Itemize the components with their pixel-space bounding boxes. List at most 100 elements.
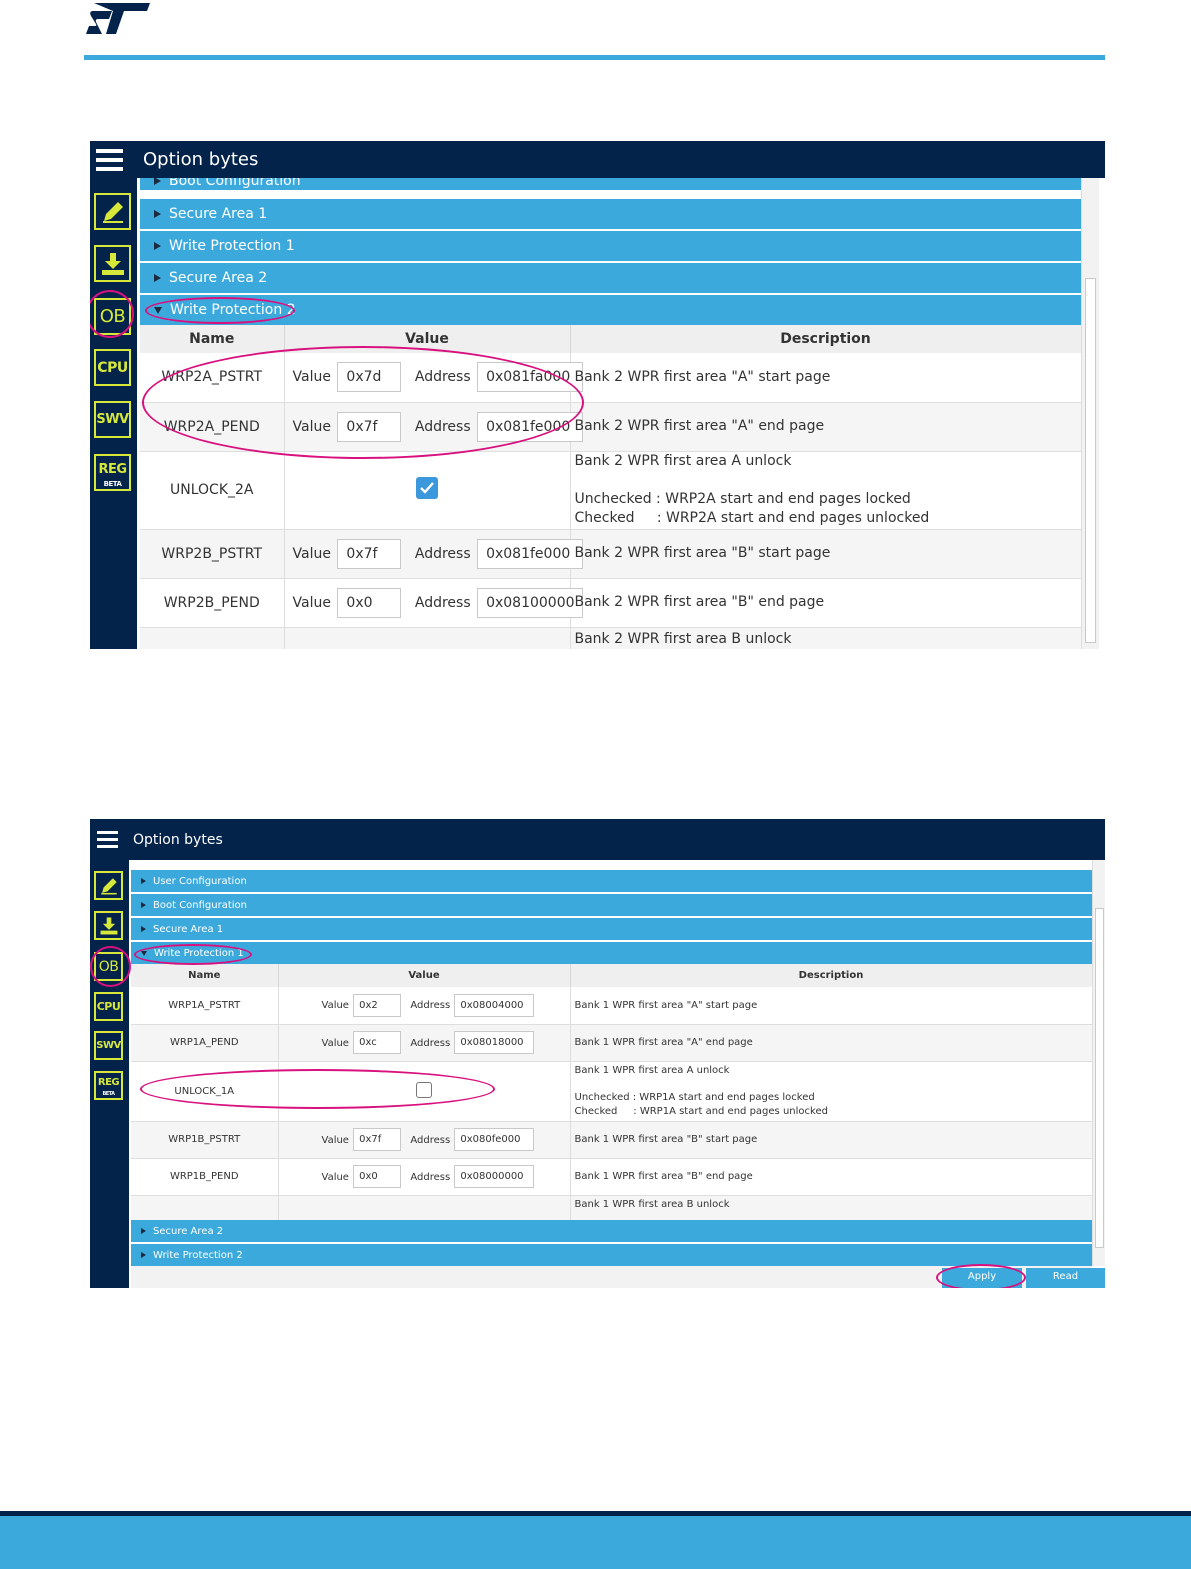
section-write-protection-2[interactable]: Write Protection 2: [140, 295, 1081, 325]
column-header-name: Name: [131, 964, 279, 987]
address-input[interactable]: 0x081fe000: [477, 411, 584, 442]
read-button[interactable]: Read: [1026, 1268, 1105, 1288]
edit-icon[interactable]: [94, 871, 123, 900]
vertical-scrollbar[interactable]: [1092, 860, 1105, 1266]
row-description: Bank 1 WPR first area B unlock: [570, 1195, 1092, 1221]
section-secure-area-2[interactable]: Secure Area 2: [140, 263, 1081, 293]
option-bytes-table: Name Value Description WRP1A_PSTRT Value…: [131, 964, 1092, 1221]
menu-icon[interactable]: [97, 831, 118, 848]
swv-icon[interactable]: SWV: [94, 1031, 123, 1060]
ob-icon[interactable]: OB: [94, 952, 123, 981]
ob-icon[interactable]: OB: [94, 298, 131, 335]
section-write-protection-1[interactable]: Write Protection 1: [140, 231, 1081, 261]
section-label: Secure Area 2: [169, 270, 268, 286]
row-name: WRP1A_PEND: [131, 1024, 279, 1062]
swv-icon-label: SWV: [96, 412, 129, 427]
row-description: Bank 2 WPR first area B unlock: [570, 627, 1081, 649]
value-label: Value: [292, 418, 331, 435]
address-label: Address: [410, 1134, 451, 1146]
value-cell: [278, 1195, 571, 1221]
value-label: Value: [321, 1000, 349, 1012]
address-input[interactable]: 0x081fa000: [477, 362, 584, 393]
section-secure-area-1[interactable]: Secure Area 1: [131, 918, 1092, 940]
reg-icon[interactable]: REG BETA: [94, 1071, 123, 1100]
scrollbar-thumb[interactable]: [1095, 908, 1104, 1248]
address-input[interactable]: 0x081fe000: [477, 538, 584, 569]
section-label: Secure Area 2: [153, 1225, 224, 1237]
cpu-icon-label: CPU: [97, 359, 128, 376]
sidebar: OB CPU SWV REG BETA: [90, 860, 129, 1288]
value-input[interactable]: 0x0: [337, 587, 402, 618]
row-description: Bank 2 WPR first area "A" start page: [570, 353, 1081, 403]
unlock-checkbox[interactable]: [416, 477, 438, 499]
row-name: WRP2A_PSTRT: [140, 353, 285, 403]
section-label: Write Protection 1: [169, 238, 295, 254]
value-input[interactable]: 0xc: [353, 1031, 402, 1054]
section-user-configuration[interactable]: User Configuration: [131, 870, 1092, 892]
download-icon[interactable]: [94, 911, 123, 940]
value-input[interactable]: 0x7f: [337, 411, 402, 442]
collapse-arrow-icon: [141, 950, 147, 956]
footer-band: [0, 1511, 1191, 1569]
apply-button[interactable]: Apply: [942, 1268, 1022, 1288]
value-input[interactable]: 0x7f: [353, 1128, 402, 1151]
collapse-arrow-icon: [154, 306, 162, 314]
section-secure-area-2[interactable]: Secure Area 2: [131, 1220, 1092, 1242]
value-cell: Value 0xc Address 0x08018000: [278, 1024, 571, 1062]
row-name: WRP2B_PSTRT: [140, 529, 285, 579]
address-input[interactable]: 0x080fe000: [454, 1128, 535, 1151]
value-cell: Value 0x2 Address 0x08004000: [278, 987, 571, 1025]
scrollbar-thumb[interactable]: [1085, 278, 1096, 643]
row-name: UNLOCK_2A: [140, 451, 285, 530]
download-icon[interactable]: [94, 245, 131, 282]
section-write-protection-1[interactable]: Write Protection 1: [131, 942, 1092, 964]
address-input[interactable]: 0x08018000: [454, 1031, 535, 1054]
table-row: UNLOCK_1A Bank 1 WPR first area A unlock…: [131, 1061, 1092, 1122]
menu-icon[interactable]: [96, 148, 123, 171]
section-secure-area-1[interactable]: Secure Area 1: [140, 199, 1081, 229]
section-boot-configuration[interactable]: Boot Configuration: [140, 178, 1081, 190]
address-input[interactable]: 0x08000000: [454, 1165, 535, 1188]
section-write-protection-2[interactable]: Write Protection 2: [131, 1244, 1092, 1266]
section-label: Write Protection 1: [154, 947, 244, 959]
table-row: WRP1B_PSTRT Value 0x7f Address 0x080fe00…: [131, 1121, 1092, 1159]
value-cell: [284, 627, 571, 649]
table-row: WRP2A_PEND Value 0x7f Address 0x081fe000…: [140, 402, 1081, 452]
row-name: WRP1A_PSTRT: [131, 987, 279, 1025]
swv-icon-label: SWV: [96, 1040, 121, 1051]
option-bytes-panel: Boot Configuration Secure Area 1 Write P…: [140, 178, 1081, 649]
expand-arrow-icon: [154, 178, 161, 185]
unlock-checkbox[interactable]: [416, 1081, 432, 1098]
read-button-label: Read: [1052, 1271, 1079, 1282]
table-row: WRP2A_PSTRT Value 0x7d Address 0x081fa00…: [140, 353, 1081, 403]
row-description: Bank 1 WPR first area "A" start page: [570, 987, 1092, 1025]
address-input[interactable]: 0x08100000: [477, 587, 584, 618]
ob-icon-label: OB: [99, 306, 126, 327]
cpu-icon[interactable]: CPU: [94, 349, 131, 386]
table-row: Bank 2 WPR first area B unlock: [140, 627, 1081, 649]
option-bytes-screenshot-1: Option bytes OB CPU SWV REG BETA Boot Co…: [90, 141, 1105, 649]
value-input[interactable]: 0x7f: [337, 538, 402, 569]
table-row: WRP1A_PSTRT Value 0x2 Address 0x08004000…: [131, 987, 1092, 1025]
page-title: Option bytes: [143, 149, 259, 170]
checkbox-cell: [284, 451, 571, 530]
value-input[interactable]: 0x7d: [337, 362, 402, 393]
address-label: Address: [414, 545, 471, 562]
cpu-icon[interactable]: CPU: [94, 992, 123, 1021]
value-cell: Value 0x0 Address 0x08000000: [278, 1158, 571, 1196]
address-input[interactable]: 0x08004000: [454, 993, 535, 1017]
section-boot-configuration[interactable]: Boot Configuration: [131, 894, 1092, 916]
edit-icon[interactable]: [94, 193, 131, 230]
value-label: Value: [292, 369, 331, 386]
sidebar: OB CPU SWV REG BETA: [90, 178, 137, 649]
value-input[interactable]: 0x0: [353, 1165, 402, 1188]
row-name: WRP1B_PSTRT: [131, 1121, 279, 1159]
swv-icon[interactable]: SWV: [94, 401, 131, 438]
value-cell: Value 0x0 Address 0x08100000: [284, 578, 584, 628]
reg-icon-label: REG: [98, 462, 127, 477]
reg-icon[interactable]: REG BETA: [94, 454, 131, 491]
value-input[interactable]: 0x2: [353, 993, 402, 1017]
row-description: Bank 1 WPR first area A unlock Unchecked…: [570, 1061, 1092, 1122]
option-bytes-panel: User Configuration Boot Configuration Se…: [131, 860, 1092, 1288]
vertical-scrollbar[interactable]: [1081, 178, 1099, 649]
